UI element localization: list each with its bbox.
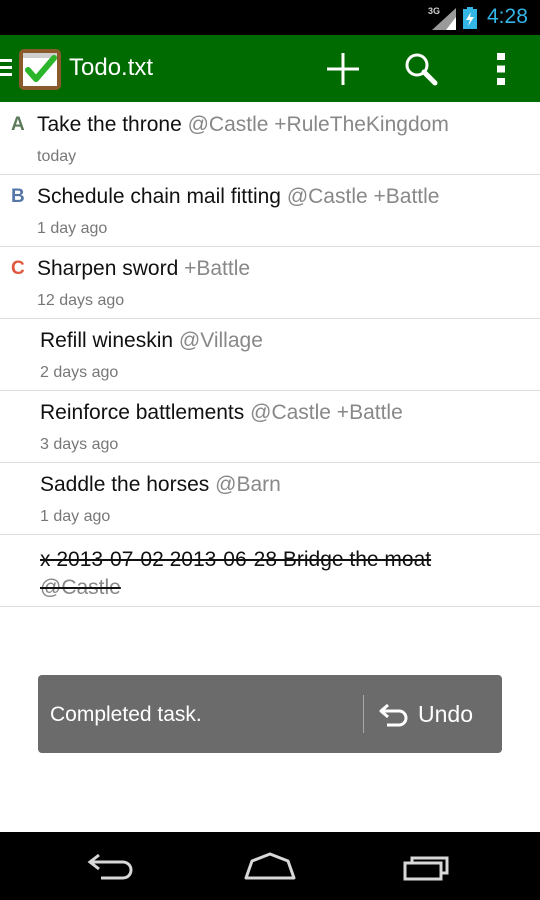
add-icon	[327, 53, 359, 85]
task-row[interactable]: A Take the throne @Castle +RuleTheKingdo…	[0, 103, 540, 175]
priority-label: A	[11, 114, 25, 135]
undo-icon	[379, 703, 408, 727]
completed-task-tags: @Castle	[40, 576, 121, 599]
undo-button[interactable]: Undo	[378, 691, 490, 737]
toast-message: Completed task.	[50, 703, 202, 726]
task-row[interactable]: C Sharpen sword +Battle 12 days ago	[0, 247, 540, 319]
back-button[interactable]	[76, 842, 148, 890]
task-tags: @Castle +RuleTheKingdom	[187, 113, 449, 136]
task-title: Saddle the horses	[40, 473, 210, 496]
undo-label: Undo	[418, 700, 473, 727]
task-text: Sharpen sword +Battle	[37, 257, 250, 281]
task-row[interactable]: Refill wineskin @Village 2 days ago	[0, 319, 540, 391]
task-tags: @Castle +Battle	[250, 401, 403, 424]
task-row[interactable]: B Schedule chain mail fitting @Castle +B…	[0, 175, 540, 247]
task-title: Refill wineskin	[40, 329, 174, 352]
back-icon	[87, 853, 133, 880]
task-row[interactable]: Saddle the horses @Barn 1 day ago	[0, 463, 540, 535]
task-list: A Take the throne @Castle +RuleTheKingdo…	[0, 103, 540, 607]
recent-apps-button[interactable]	[392, 842, 464, 890]
undo-toast: Completed task. Undo	[38, 675, 502, 753]
task-age: 3 days ago	[40, 436, 119, 453]
task-row[interactable]: Reinforce battlements @Castle +Battle 3 …	[0, 391, 540, 463]
add-task-button[interactable]	[319, 45, 367, 93]
battery-icon	[463, 7, 477, 29]
task-age: 12 days ago	[37, 292, 125, 309]
signal-icon	[432, 8, 456, 30]
task-tags: @Barn	[215, 473, 281, 496]
priority-label: B	[11, 186, 25, 207]
app-title: Todo.txt	[69, 54, 154, 81]
task-age: 2 days ago	[40, 364, 119, 381]
overflow-menu-button[interactable]	[477, 45, 525, 93]
task-text: Refill wineskin @Village	[40, 329, 263, 353]
task-text: Take the throne @Castle +RuleTheKingdom	[37, 113, 449, 137]
status-clock: 4:28	[487, 5, 528, 28]
task-tags: @Village	[178, 329, 263, 352]
task-tags: +Battle	[184, 257, 251, 280]
task-title: Sharpen sword	[37, 257, 179, 280]
task-age: 1 day ago	[40, 508, 111, 525]
navigation-bar	[0, 832, 540, 900]
search-button[interactable]	[397, 45, 445, 93]
toast-divider	[363, 695, 364, 733]
task-title: Reinforce battlements	[40, 401, 245, 424]
home-button[interactable]	[234, 842, 306, 890]
overflow-menu-icon	[497, 53, 505, 85]
priority-label: C	[11, 258, 25, 279]
completed-task-row[interactable]: x 2013-07-02 2013-06-28 Bridge the moat …	[0, 535, 540, 607]
task-tags: @Castle +Battle	[286, 185, 440, 208]
search-icon	[405, 53, 438, 86]
task-age: 1 day ago	[37, 220, 108, 237]
drawer-indicator-icon[interactable]	[0, 59, 12, 77]
task-text: Schedule chain mail fitting @Castle +Bat…	[37, 185, 439, 209]
recents-icon	[403, 856, 449, 881]
task-age: today	[37, 148, 77, 165]
task-title: Take the throne	[37, 113, 182, 136]
task-title: Schedule chain mail fitting	[37, 185, 281, 208]
task-text: Reinforce battlements @Castle +Battle	[40, 401, 403, 425]
task-text: Saddle the horses @Barn	[40, 473, 281, 497]
status-bar: 3G 4:28	[0, 0, 540, 35]
completed-task-text: x 2013-07-02 2013-06-28 Bridge the moat …	[40, 546, 500, 602]
action-bar: Todo.txt	[0, 35, 540, 102]
completed-task-title: x 2013-07-02 2013-06-28 Bridge the moat	[40, 548, 432, 571]
home-icon	[244, 852, 296, 880]
app-logo-icon[interactable]	[17, 46, 63, 92]
